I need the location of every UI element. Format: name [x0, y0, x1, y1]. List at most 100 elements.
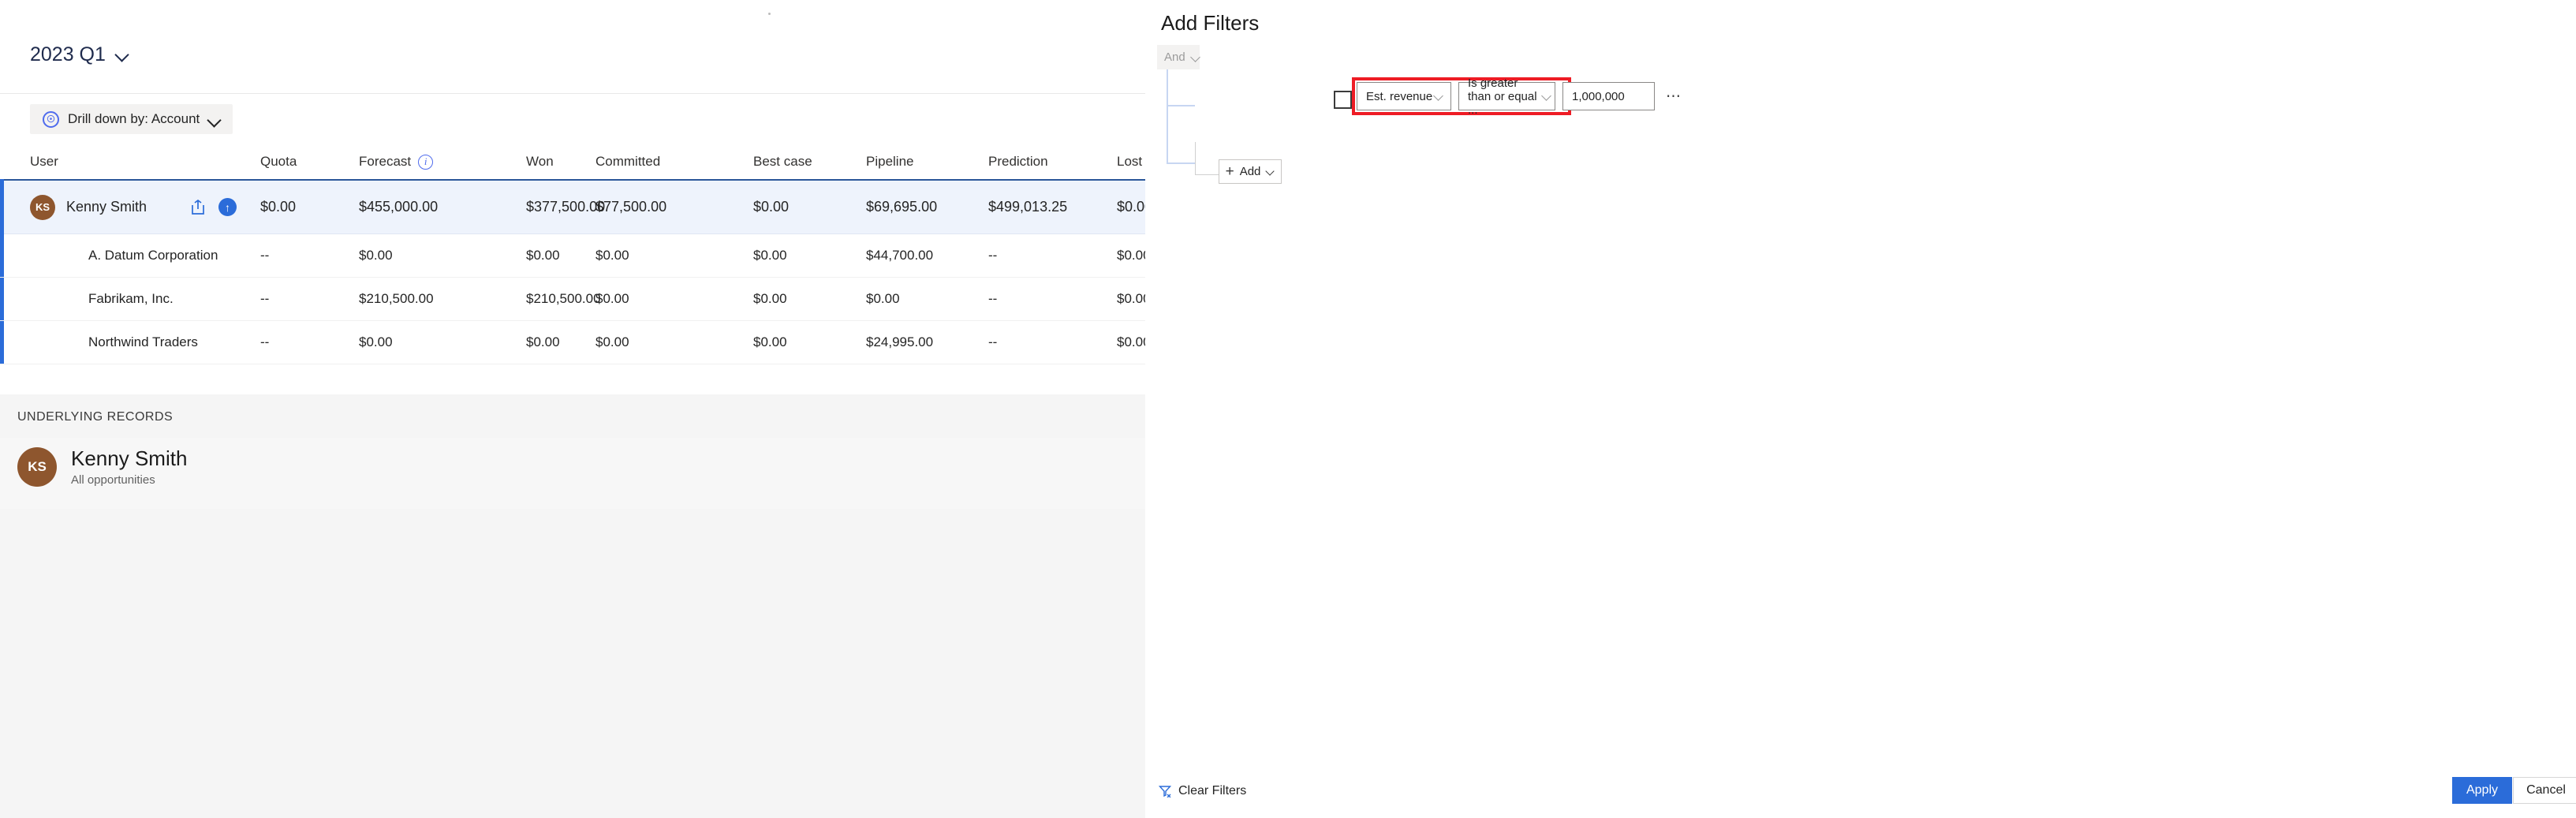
- table-row-user[interactable]: KS Kenny Smith ↑ $0.00 $455,000.00 $377,…: [0, 179, 1145, 234]
- filter-operator-value: Is greater than or equal ...: [1468, 77, 1542, 117]
- cell-prediction: --: [988, 334, 1117, 350]
- drill-down-button[interactable]: ☉ Drill down by: Account: [30, 104, 233, 134]
- cell-committed: $77,500.00: [595, 199, 753, 215]
- cell-forecast: $210,500.00: [359, 291, 526, 307]
- user-name: Kenny Smith: [66, 199, 147, 215]
- cell-won: $0.00: [526, 334, 595, 350]
- cell-won: $377,500.00: [526, 199, 595, 215]
- add-condition-label: Add: [1240, 165, 1261, 178]
- funnel-clear-icon: [1159, 785, 1171, 797]
- table-row[interactable]: Fabrikam, Inc. -- $210,500.00 $210,500.0…: [0, 278, 1145, 321]
- filter-condition-row: Est. revenue Is greater than or equal ..…: [1357, 82, 1684, 110]
- cell-best-case: $0.00: [753, 291, 866, 307]
- apply-button[interactable]: Apply: [2452, 777, 2512, 804]
- cell-quota: --: [260, 248, 359, 263]
- column-header-prediction[interactable]: Prediction: [988, 154, 1117, 170]
- table-row[interactable]: A. Datum Corporation -- $0.00 $0.00 $0.0…: [0, 234, 1145, 278]
- record-owner: KS Kenny Smith All opportunities: [17, 447, 187, 487]
- chevron-down-icon: [208, 114, 220, 125]
- chevron-down-icon: [116, 48, 129, 62]
- cell-pipeline: $44,700.00: [866, 248, 988, 263]
- cell-committed: $0.00: [595, 334, 753, 350]
- column-header-best-case[interactable]: Best case: [753, 154, 866, 170]
- cell-prediction: --: [988, 248, 1117, 263]
- underlying-records-header: KS Kenny Smith All opportunities: [0, 438, 1145, 509]
- filter-value-input[interactable]: 1,000,000: [1562, 82, 1655, 110]
- tree-connector-branch: [1167, 105, 1195, 106]
- column-header-lost[interactable]: Lost: [1117, 154, 1145, 170]
- filter-operator-dropdown[interactable]: Is greater than or equal ...: [1458, 82, 1555, 110]
- cell-lost: $0.00: [1117, 248, 1145, 263]
- cell-best-case: $0.00: [753, 248, 866, 263]
- cell-won: $0.00: [526, 248, 595, 263]
- cell-pipeline: $69,695.00: [866, 199, 988, 215]
- plus-icon: +: [1226, 164, 1234, 179]
- column-header-quota[interactable]: Quota: [260, 154, 359, 170]
- cell-prediction: $499,013.25: [988, 199, 1117, 215]
- cell-committed: $0.00: [595, 291, 753, 307]
- tree-connector-vertical: [1167, 69, 1168, 164]
- cell-lost: $0.00: [1117, 291, 1145, 307]
- chevron-down-icon: [1266, 167, 1275, 176]
- drill-down-icon: ☉: [43, 111, 59, 128]
- avatar: KS: [30, 195, 55, 220]
- ellipsis-icon[interactable]: ⋯: [1663, 86, 1684, 106]
- tree-connector-branch: [1167, 162, 1195, 164]
- cell-lost: $0.00: [1117, 199, 1145, 215]
- forecast-pane: 2023 Q1 ☉ Drill down by: Account User Qu…: [0, 0, 1145, 818]
- cell-won: $210,500.00: [526, 291, 595, 307]
- column-header-committed[interactable]: Committed: [595, 154, 753, 170]
- filter-field-dropdown[interactable]: Est. revenue: [1357, 82, 1451, 110]
- cell-forecast: $455,000.00: [359, 199, 526, 215]
- chevron-down-icon: [1191, 53, 1200, 62]
- underlying-records-label: UNDERLYING RECORDS: [17, 410, 173, 424]
- cell-best-case: $0.00: [753, 334, 866, 350]
- column-header-won[interactable]: Won: [526, 154, 595, 170]
- cell-quota: $0.00: [260, 199, 359, 215]
- clear-filters-label: Clear Filters: [1178, 784, 1246, 798]
- group-operator-label: And: [1164, 50, 1185, 64]
- info-icon[interactable]: i: [418, 155, 433, 170]
- share-icon[interactable]: [189, 198, 207, 217]
- account-name: A. Datum Corporation: [0, 248, 260, 263]
- underlying-records-panel: UNDERLYING RECORDS KS Kenny Smith All op…: [0, 394, 1145, 818]
- cancel-button[interactable]: Cancel: [2513, 777, 2576, 804]
- header-divider: [0, 93, 1145, 94]
- clear-filters-button[interactable]: Clear Filters: [1159, 784, 1246, 798]
- cell-pipeline: $0.00: [866, 291, 988, 307]
- cell-prediction: --: [988, 291, 1117, 307]
- period-selector[interactable]: 2023 Q1: [30, 43, 129, 66]
- filter-field-value: Est. revenue: [1366, 90, 1432, 103]
- cell-lost: $0.00: [1117, 334, 1145, 350]
- account-name: Fabrikam, Inc.: [0, 291, 260, 307]
- column-header-user[interactable]: User: [0, 154, 260, 170]
- forecast-grid: User Quota Forecast i Won Committed Best…: [0, 144, 1145, 364]
- owner-subtitle: All opportunities: [71, 473, 187, 487]
- grid-header-row: User Quota Forecast i Won Committed Best…: [0, 144, 1145, 179]
- account-name: Northwind Traders: [0, 334, 260, 350]
- add-filters-panel: Add Filters And Est. revenue Is greater …: [1145, 0, 2576, 818]
- avatar: KS: [17, 447, 57, 487]
- cell-quota: --: [260, 334, 359, 350]
- filter-condition-checkbox[interactable]: [1334, 91, 1352, 109]
- arrow-up-circle-icon[interactable]: ↑: [218, 198, 237, 216]
- column-header-forecast[interactable]: Forecast i: [359, 154, 526, 170]
- cell-pipeline: $24,995.00: [866, 334, 988, 350]
- cell-quota: --: [260, 291, 359, 307]
- chevron-down-icon: [1434, 92, 1443, 101]
- period-bar: 2023 Q1: [0, 43, 1145, 79]
- group-operator-dropdown[interactable]: And: [1157, 45, 1200, 69]
- drill-down-label: Drill down by: Account: [68, 111, 200, 127]
- owner-name: Kenny Smith: [71, 447, 187, 471]
- cell-forecast: $0.00: [359, 248, 526, 263]
- decorative-dot: [768, 13, 771, 15]
- column-header-forecast-label: Forecast: [359, 154, 411, 170]
- cell-best-case: $0.00: [753, 199, 866, 215]
- page-title: Add Filters: [1161, 11, 1259, 35]
- column-header-pipeline[interactable]: Pipeline: [866, 154, 988, 170]
- tree-connector-add: [1195, 142, 1219, 175]
- cell-forecast: $0.00: [359, 334, 526, 350]
- period-label: 2023 Q1: [30, 43, 106, 66]
- table-row[interactable]: Northwind Traders -- $0.00 $0.00 $0.00 $…: [0, 321, 1145, 364]
- add-condition-button[interactable]: + Add: [1219, 159, 1282, 184]
